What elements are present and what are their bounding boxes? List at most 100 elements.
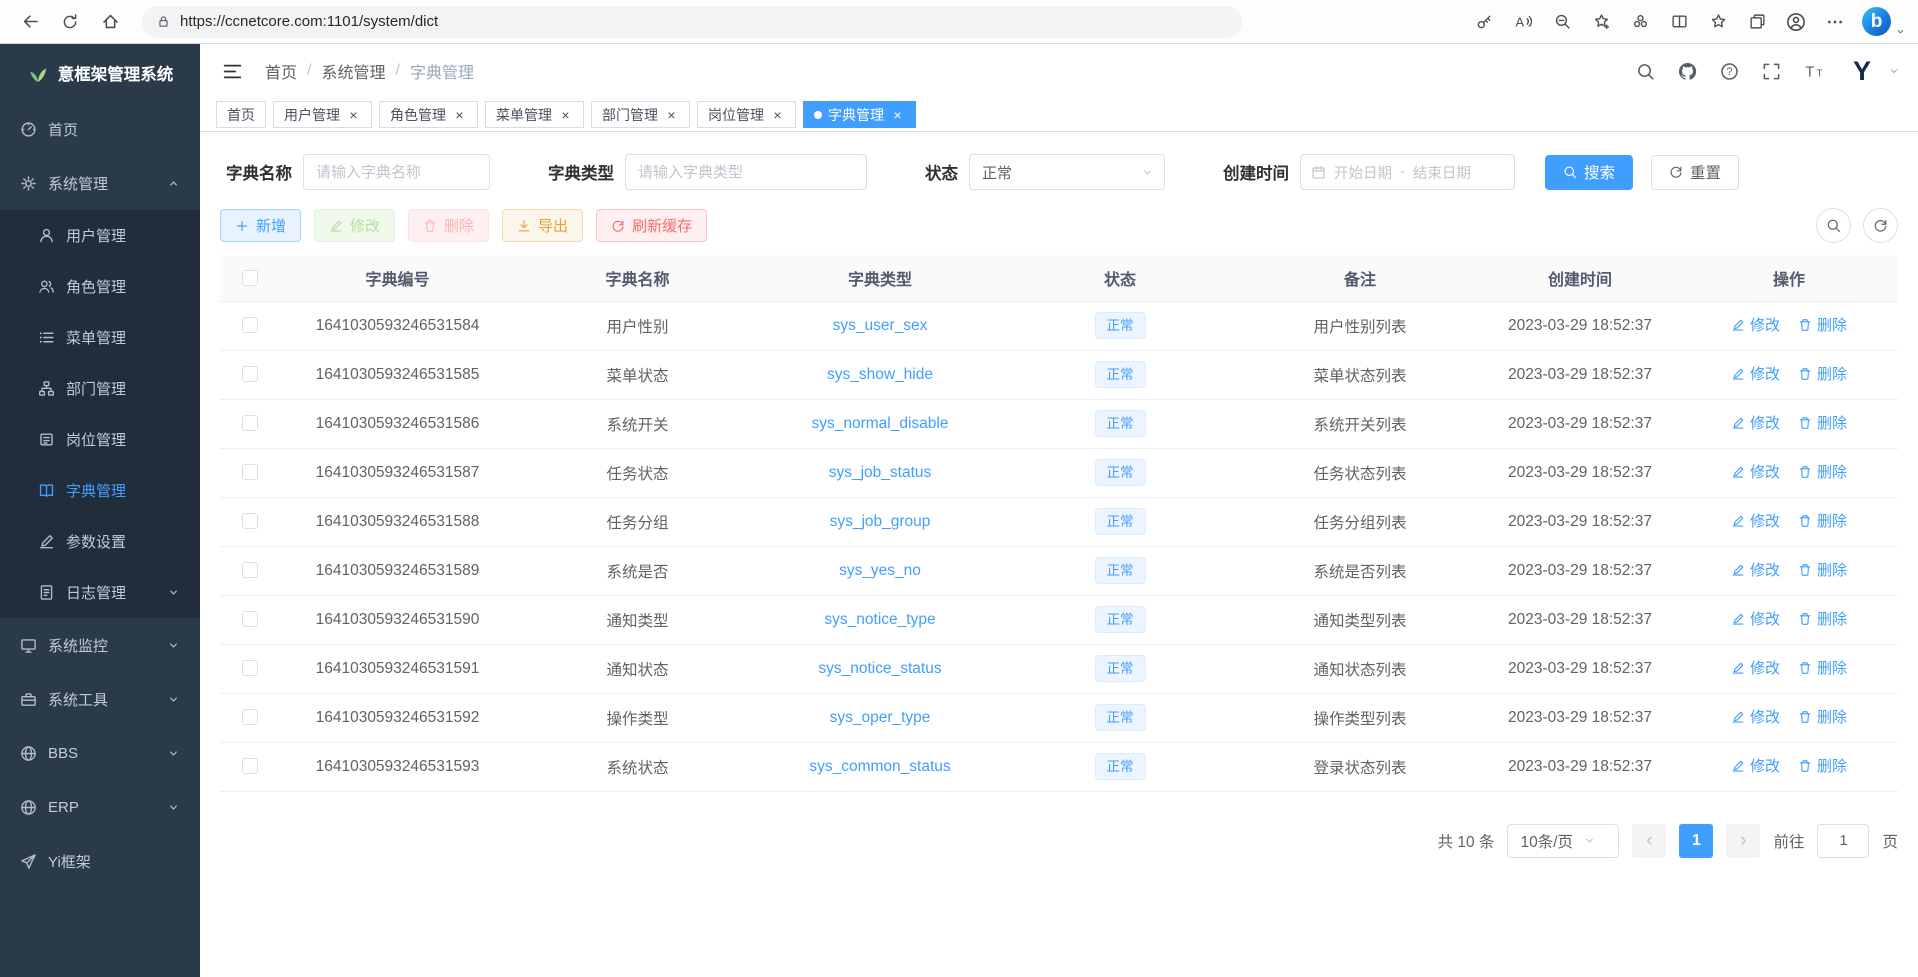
- avatar-caret-icon[interactable]: [1888, 65, 1900, 77]
- tab-post[interactable]: 岗位管理×: [697, 101, 796, 128]
- sidebar-item-post[interactable]: 岗位管理: [0, 414, 200, 465]
- tab-dict[interactable]: 字典管理×: [803, 101, 916, 128]
- edit-row-button[interactable]: 修改: [1731, 559, 1780, 580]
- dict-name-input[interactable]: [303, 154, 490, 190]
- edit-row-button[interactable]: 修改: [1731, 314, 1780, 335]
- edit-row-button[interactable]: 修改: [1731, 510, 1780, 531]
- tab-close-icon[interactable]: ×: [890, 107, 905, 122]
- zoom-icon[interactable]: [1544, 5, 1580, 39]
- row-checkbox[interactable]: [242, 660, 258, 676]
- help-button[interactable]: ?: [1718, 60, 1741, 83]
- fullscreen-button[interactable]: [1760, 60, 1783, 83]
- edit-row-button[interactable]: 修改: [1731, 755, 1780, 776]
- row-checkbox[interactable]: [242, 415, 258, 431]
- breadcrumb-item[interactable]: 首页: [265, 59, 297, 83]
- browser-profile-avatar[interactable]: [1778, 5, 1814, 39]
- sidebar-item-user[interactable]: 用户管理: [0, 210, 200, 261]
- row-checkbox[interactable]: [242, 464, 258, 480]
- edit-row-button[interactable]: 修改: [1731, 412, 1780, 433]
- sidebar-item-menu[interactable]: 菜单管理: [0, 312, 200, 363]
- row-checkbox[interactable]: [242, 611, 258, 627]
- address-bar[interactable]: https://ccnetcore.com:1101/system/dict: [142, 6, 1242, 38]
- browser-home-button[interactable]: [92, 5, 128, 39]
- dict-type-input[interactable]: [625, 154, 867, 190]
- password-key-icon[interactable]: [1466, 5, 1502, 39]
- delete-row-button[interactable]: 删除: [1798, 412, 1847, 433]
- dict-type-link[interactable]: sys_notice_status: [818, 660, 941, 677]
- dict-type-link[interactable]: sys_yes_no: [839, 562, 921, 579]
- refresh-table-button[interactable]: [1863, 208, 1898, 243]
- sidebar-item-role[interactable]: 角色管理: [0, 261, 200, 312]
- dict-type-link[interactable]: sys_job_group: [830, 513, 931, 530]
- collections-icon[interactable]: [1739, 5, 1775, 39]
- row-checkbox[interactable]: [242, 366, 258, 382]
- delete-row-button[interactable]: 删除: [1798, 706, 1847, 727]
- sidebar-item-config[interactable]: 参数设置: [0, 516, 200, 567]
- extensions-icon[interactable]: [1622, 5, 1658, 39]
- status-select[interactable]: 正常: [969, 154, 1165, 190]
- breadcrumb-item[interactable]: 系统管理: [321, 59, 385, 83]
- sidebar-item-dept[interactable]: 部门管理: [0, 363, 200, 414]
- export-button[interactable]: 导出: [502, 209, 583, 242]
- delete-row-button[interactable]: 删除: [1798, 314, 1847, 335]
- reset-button[interactable]: 重置: [1651, 155, 1739, 190]
- font-size-button[interactable]: TT: [1802, 59, 1826, 83]
- refresh-cache-button[interactable]: 刷新缓存: [596, 209, 707, 242]
- tab-close-icon[interactable]: ×: [558, 107, 573, 122]
- delete-row-button[interactable]: 删除: [1798, 657, 1847, 678]
- sidebar-item-log[interactable]: 日志管理: [0, 567, 200, 618]
- tab-dept[interactable]: 部门管理×: [591, 101, 690, 128]
- tab-role[interactable]: 角色管理×: [379, 101, 478, 128]
- tab-close-icon[interactable]: ×: [452, 107, 467, 122]
- browser-back-button[interactable]: [12, 5, 48, 39]
- row-checkbox[interactable]: [242, 758, 258, 774]
- dict-type-link[interactable]: sys_show_hide: [827, 366, 933, 383]
- delete-row-button[interactable]: 删除: [1798, 461, 1847, 482]
- page-size-select[interactable]: 10条/页: [1507, 824, 1619, 858]
- app-logo[interactable]: 意框架管理系统: [0, 44, 200, 102]
- dict-type-link[interactable]: sys_job_status: [829, 464, 932, 481]
- split-screen-icon[interactable]: [1661, 5, 1697, 39]
- browser-settings-ellipsis-icon[interactable]: [1817, 5, 1853, 39]
- date-range-picker[interactable]: 开始日期 - 结束日期: [1300, 154, 1515, 190]
- sidebar-item-dict[interactable]: 字典管理: [0, 465, 200, 516]
- select-all-checkbox[interactable]: [242, 270, 258, 286]
- sidebar-toggle-button[interactable]: [218, 57, 247, 86]
- edit-row-button[interactable]: 修改: [1731, 706, 1780, 727]
- edit-button[interactable]: 修改: [314, 209, 395, 242]
- prev-page-button[interactable]: ‹: [1632, 824, 1666, 858]
- next-page-button[interactable]: ›: [1726, 824, 1760, 858]
- search-button[interactable]: 搜索: [1545, 155, 1633, 190]
- sidebar-item-bbs[interactable]: BBS: [0, 726, 200, 780]
- dict-type-link[interactable]: sys_oper_type: [830, 709, 931, 726]
- delete-row-button[interactable]: 删除: [1798, 510, 1847, 531]
- sidebar-item-tool[interactable]: 系统工具: [0, 672, 200, 726]
- dict-type-link[interactable]: sys_common_status: [809, 758, 950, 775]
- dict-type-link[interactable]: sys_user_sex: [833, 317, 928, 334]
- user-avatar[interactable]: Y: [1845, 54, 1879, 88]
- tab-close-icon[interactable]: ×: [346, 107, 361, 122]
- dict-type-link[interactable]: sys_notice_type: [824, 611, 935, 628]
- sidebar-item-system[interactable]: 系统管理: [0, 156, 200, 210]
- browser-refresh-button[interactable]: [52, 5, 88, 39]
- tab-menu[interactable]: 菜单管理×: [485, 101, 584, 128]
- bing-logo-button[interactable]: b: [1862, 7, 1891, 36]
- delete-row-button[interactable]: 删除: [1798, 363, 1847, 384]
- row-checkbox[interactable]: [242, 317, 258, 333]
- add-favorite-icon[interactable]: [1583, 5, 1619, 39]
- delete-row-button[interactable]: 删除: [1798, 608, 1847, 629]
- goto-page-input[interactable]: [1817, 824, 1869, 858]
- delete-row-button[interactable]: 删除: [1798, 559, 1847, 580]
- row-checkbox[interactable]: [242, 709, 258, 725]
- row-checkbox[interactable]: [242, 562, 258, 578]
- tab-user[interactable]: 用户管理×: [273, 101, 372, 128]
- read-aloud-icon[interactable]: A: [1505, 5, 1541, 39]
- delete-row-button[interactable]: 删除: [1798, 755, 1847, 776]
- tab-home[interactable]: 首页: [216, 101, 266, 128]
- sidebar-item-monitor[interactable]: 系统监控: [0, 618, 200, 672]
- add-button[interactable]: 新增: [220, 209, 301, 242]
- sidebar-item-erp[interactable]: ERP: [0, 780, 200, 834]
- edit-row-button[interactable]: 修改: [1731, 461, 1780, 482]
- edit-row-button[interactable]: 修改: [1731, 363, 1780, 384]
- favorites-bar-icon[interactable]: [1700, 5, 1736, 39]
